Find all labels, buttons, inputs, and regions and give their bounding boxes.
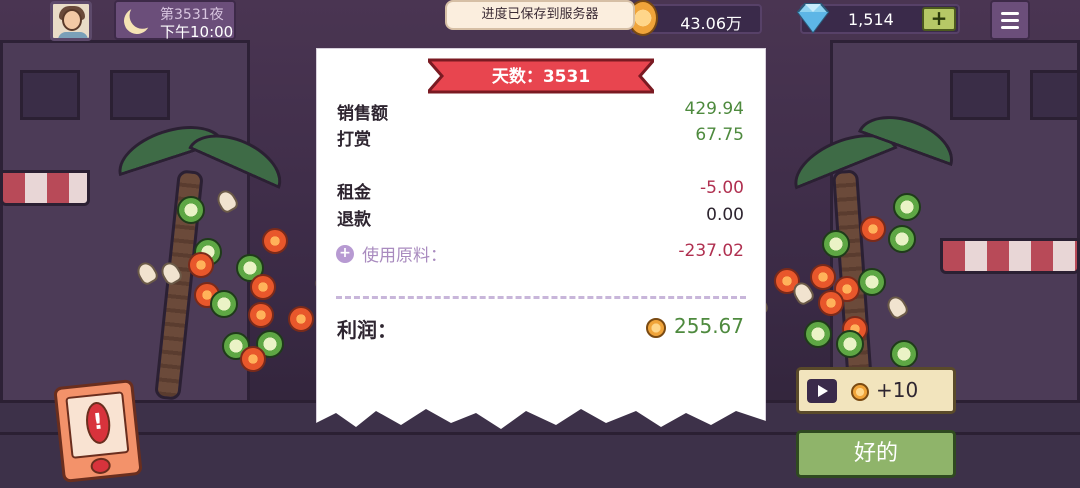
awning — [0, 170, 90, 206]
rent-value: -5.00 — [700, 178, 744, 198]
day-title: 天数：3531 — [491, 67, 591, 87]
sales-label: 销售额 — [337, 104, 388, 124]
alert-dot — [89, 456, 112, 475]
coin-amount: 43.06万 — [680, 14, 742, 33]
materials-value: -237.02 — [678, 241, 744, 261]
receipt-divider — [336, 296, 746, 299]
materials-label: 使用原料： — [362, 246, 447, 266]
refund-label: 退款 — [337, 210, 371, 230]
save-toast: 进度已保存到服务器 — [445, 0, 635, 30]
tomato-slice — [810, 264, 836, 290]
alert-card-face: ! — [65, 391, 130, 459]
pepper-slice — [210, 290, 238, 318]
window — [1030, 70, 1080, 120]
pepper-slice — [893, 193, 921, 221]
tomato-slice — [248, 302, 274, 328]
awning — [940, 238, 1080, 274]
tips-value: 67.75 — [695, 125, 744, 145]
window — [950, 70, 1010, 120]
coin-balance: 43.06万 — [628, 0, 762, 36]
coin-icon — [851, 383, 869, 401]
refund-value: 0.00 — [706, 205, 744, 225]
tomato-slice — [240, 346, 266, 372]
alert-icon: ! — [84, 400, 113, 446]
watch-ad-reward-button[interactable]: +10 — [796, 367, 956, 414]
profit-label: 利润： — [337, 318, 397, 342]
avatar-face — [62, 9, 82, 31]
clock-time: 下午10:00 — [160, 23, 234, 41]
tomato-slice — [818, 290, 844, 316]
pepper-slice — [177, 196, 205, 224]
rent-label: 租金 — [337, 183, 371, 203]
menu-icon — [1001, 12, 1019, 15]
pepper-slice — [804, 320, 832, 348]
pepper-slice — [890, 340, 918, 368]
pepper-slice — [836, 330, 864, 358]
gem-amount: 1,514 — [848, 10, 894, 29]
tomato-slice — [250, 274, 276, 300]
receipt-torn-edge — [316, 409, 766, 431]
window — [110, 70, 170, 120]
day-time-panel: 第3531夜 下午10:00 — [114, 0, 236, 41]
sales-value: 429.94 — [684, 99, 744, 119]
ok-button[interactable]: 好的 — [796, 430, 956, 478]
profit-value: 255.67 — [674, 314, 744, 338]
coin-icon — [646, 318, 666, 338]
tomato-slice — [188, 252, 214, 278]
pepper-slice — [888, 225, 916, 253]
gem-balance: 1,514 + — [796, 3, 960, 34]
alert-card-button[interactable]: ! — [53, 379, 143, 483]
diamond-icon — [796, 3, 830, 34]
tomato-slice — [288, 306, 314, 332]
pepper-slice — [858, 268, 886, 296]
avatar-body — [58, 32, 88, 38]
add-gems-button[interactable]: + — [922, 7, 956, 31]
expand-materials-button[interactable]: + — [336, 245, 354, 263]
menu-button[interactable] — [990, 0, 1030, 40]
ad-reward-amount: +10 — [876, 378, 919, 402]
moon-icon — [120, 4, 153, 37]
tomato-slice — [262, 228, 288, 254]
play-video-icon — [807, 379, 837, 403]
window — [20, 70, 80, 120]
tips-label: 打赏 — [337, 130, 371, 150]
pepper-slice — [822, 230, 850, 258]
tomato-slice — [860, 216, 886, 242]
player-avatar[interactable] — [50, 1, 92, 41]
